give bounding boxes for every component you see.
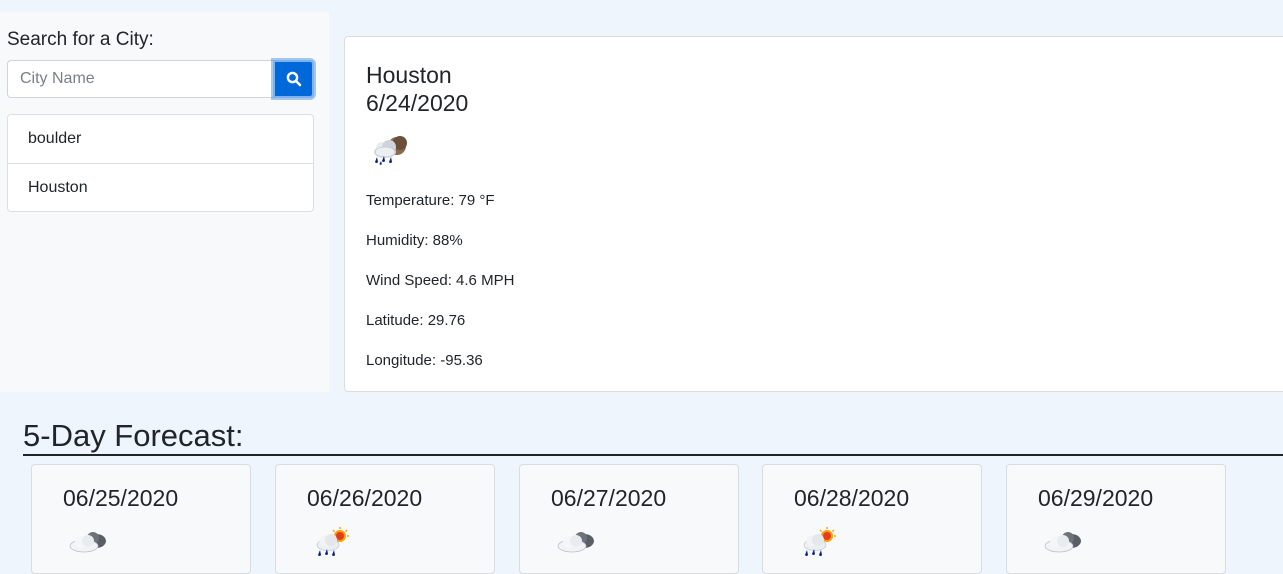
wind-speed-text: Wind Speed: 4.6 MPH (366, 272, 515, 289)
forecast-date: 06/29/2020 (1038, 485, 1154, 511)
forecast-card: 06/27/2020 (519, 464, 739, 574)
search-history-list: boulder Houston (7, 114, 314, 212)
cloudy-icon (69, 532, 106, 553)
current-city-name: Houston (366, 62, 452, 88)
current-date: 6/24/2020 (366, 90, 469, 116)
forecast-card: 06/28/2020 (762, 464, 982, 574)
latitude-text: Latitude: 29.76 (366, 312, 466, 329)
search-group (7, 60, 314, 98)
rain-sun-icon (803, 527, 836, 557)
forecast-heading: 5-Day Forecast: (23, 418, 244, 453)
search-icon (286, 71, 301, 87)
cloudy-icon (1044, 532, 1081, 553)
forecast-date: 06/26/2020 (307, 485, 423, 511)
search-button[interactable] (273, 60, 314, 98)
forecast-card: 06/26/2020 (275, 464, 495, 574)
forecast-divider (23, 454, 1283, 456)
rain-sun-icon (316, 527, 349, 557)
longitude-text: Longitude: -95.36 (366, 352, 483, 369)
temperature-text: Temperature: 79 °F (366, 192, 495, 209)
forecast-date: 06/27/2020 (551, 485, 667, 511)
cloudy-icon (557, 532, 594, 553)
history-item-boulder[interactable]: boulder (8, 115, 313, 163)
forecast-card: 06/29/2020 (1006, 464, 1226, 574)
rain-night-icon (374, 136, 407, 165)
sidebar: Search for a City: boulder Houston (0, 12, 329, 392)
city-search-input[interactable] (7, 60, 273, 98)
forecast-card: 06/25/2020 (31, 464, 251, 574)
search-label: Search for a City: (7, 29, 154, 50)
forecast-date: 06/28/2020 (794, 485, 910, 511)
humidity-text: Humidity: 88% (366, 232, 463, 249)
history-item-houston[interactable]: Houston (8, 163, 313, 211)
forecast-date: 06/25/2020 (63, 485, 179, 511)
current-weather-card: Houston 6/24/2020 Temperature: 79 °F Hum… (344, 36, 1283, 392)
